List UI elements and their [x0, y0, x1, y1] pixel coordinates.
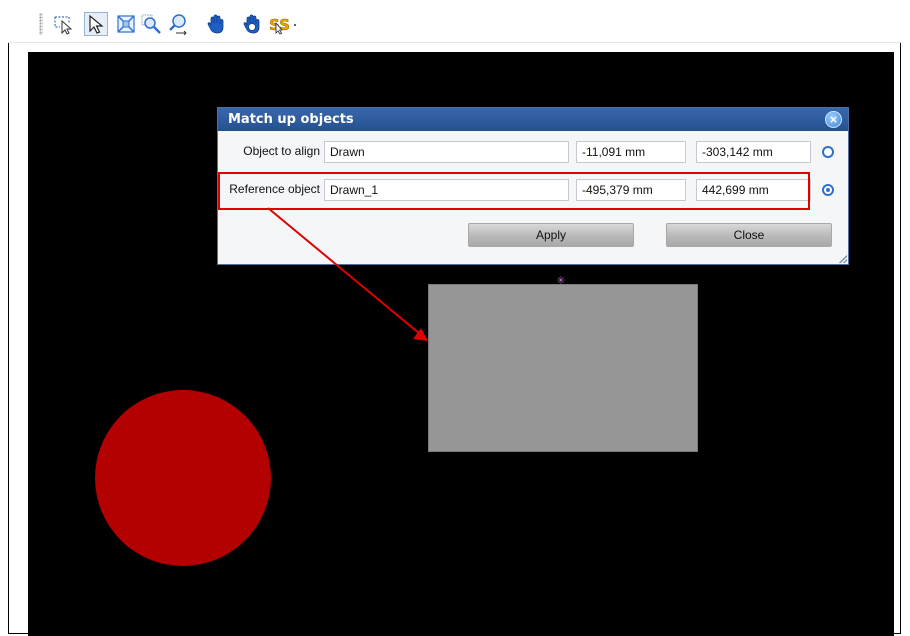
alignment-marker: ✳ — [556, 274, 566, 287]
select-arrow-icon — [89, 14, 104, 34]
snap-tool-button[interactable]: SS — [266, 12, 300, 36]
zoom-window-button[interactable] — [139, 12, 163, 36]
select-arrow-button[interactable] — [84, 12, 108, 36]
object-to-align-radio[interactable] — [822, 146, 834, 158]
drawn-circle-object[interactable] — [95, 390, 271, 566]
drawn-rectangle-object[interactable] — [428, 284, 698, 452]
close-icon[interactable]: × — [825, 111, 842, 128]
zoom-window-icon — [141, 14, 161, 34]
callout-number: 1 — [172, 180, 183, 200]
reference-object-radio[interactable] — [822, 184, 834, 196]
pan-hand-alt-icon — [243, 14, 260, 34]
zoom-extents-button[interactable] — [114, 12, 138, 36]
object-to-align-row: Object to align Drawn -11,091 mm -303,14… — [218, 138, 848, 166]
resize-grip[interactable] — [839, 255, 847, 263]
zoom-inout-icon — [169, 14, 187, 35]
object-to-align-label: Object to align — [243, 144, 320, 158]
zoom-inout-button[interactable] — [166, 12, 190, 36]
pan-hand-icon — [207, 14, 224, 34]
pan-hand-alt-button[interactable] — [240, 12, 264, 36]
toolbar: SS — [8, 0, 901, 43]
dialog-title-bar[interactable]: Match up objects × — [218, 108, 848, 131]
object-to-align-name-field[interactable]: Drawn — [324, 141, 569, 163]
lasso-select-icon — [54, 16, 73, 35]
dialog-title: Match up objects — [228, 112, 354, 127]
toolbar-grip[interactable] — [39, 13, 43, 35]
apply-button[interactable]: Apply — [468, 223, 634, 247]
object-to-align-x-field[interactable]: -11,091 mm — [576, 141, 686, 163]
snap-tool-icon: SS — [269, 16, 296, 35]
pan-hand-button[interactable] — [204, 12, 228, 36]
zoom-extents-icon — [117, 15, 135, 33]
object-to-align-y-field[interactable]: -303,142 mm — [696, 141, 811, 163]
reference-object-highlight-box — [218, 172, 810, 210]
close-button[interactable]: Close — [666, 223, 832, 247]
lasso-select-button[interactable] — [51, 12, 75, 36]
